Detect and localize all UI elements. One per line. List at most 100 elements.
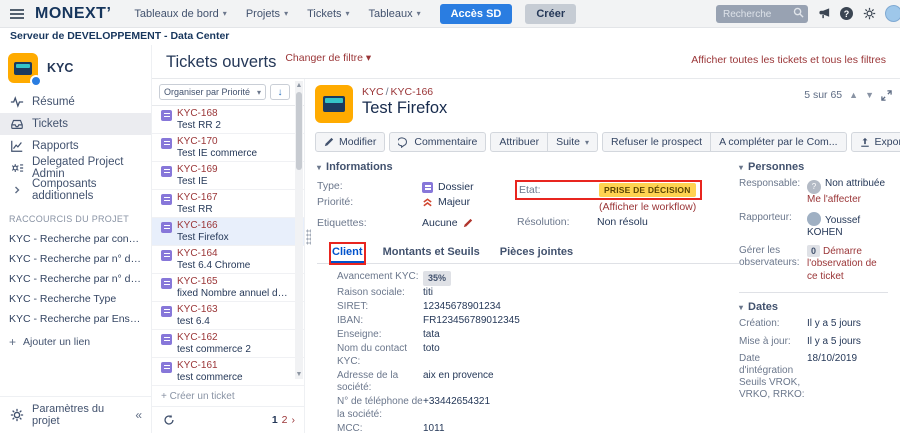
panel-resize-handle[interactable]: [306, 229, 311, 245]
menu-tickets[interactable]: Tickets▾: [301, 8, 355, 20]
field-row: IBAN: FR123456789012345: [337, 315, 739, 328]
shortcut-recherche-par-siret[interactable]: KYC - Recherche par n° de SIRET: [0, 269, 151, 289]
created-label: Création:: [739, 318, 807, 330]
scroll-down-icon[interactable]: ▼: [296, 370, 303, 379]
updated-value: Il y a 5 jours: [807, 336, 888, 349]
project-type-badge-icon: [30, 75, 42, 87]
next-ticket-icon[interactable]: ▼: [865, 90, 874, 100]
create-button[interactable]: Créer: [525, 4, 576, 24]
field-row: Nom du contact KYC: toto: [337, 343, 739, 368]
show-workflow-link[interactable]: (Afficher le workflow): [599, 201, 739, 213]
shortcut-recherche-par-enseigne[interactable]: KYC - Recherche par Enseigne: [0, 309, 151, 329]
megaphone-icon[interactable]: [817, 7, 831, 21]
ticket-row-selected[interactable]: KYC-166Test Firefox: [152, 218, 304, 246]
help-icon[interactable]: ?: [840, 7, 853, 20]
sort-controls: Organiser par Priorité ▾ ↓: [152, 79, 304, 106]
watchers-count-badge: 0: [807, 245, 820, 258]
announcement-banner: Serveur de DEVELOPPEMENT - Data Center: [0, 28, 900, 45]
complete-by-com-button[interactable]: A compléter par le Com...: [711, 132, 846, 152]
change-filter-link[interactable]: Changer de filtre ▾: [285, 52, 371, 64]
plus-icon: +: [9, 337, 16, 347]
acces-sd-button[interactable]: Accès SD: [440, 4, 513, 24]
collapse-sidebar-icon[interactable]: «: [135, 408, 142, 422]
pagination-page-1[interactable]: 1: [272, 414, 278, 426]
priority-value: Majeur: [422, 196, 470, 208]
refresh-icon[interactable]: [161, 412, 176, 427]
pencil-icon: [324, 137, 334, 147]
add-link-button[interactable]: + Ajouter un lien: [0, 329, 151, 355]
page-title: Tickets ouverts: [166, 52, 276, 72]
field-row: N° de téléphone de la société: +33442654…: [337, 396, 739, 421]
reporter-label: Rapporteur:: [739, 212, 807, 224]
export-button[interactable]: Exporter▾: [851, 132, 900, 152]
previous-ticket-icon[interactable]: ▲: [849, 90, 858, 100]
sort-direction-button[interactable]: ↓: [270, 84, 290, 100]
priority-major-icon: [422, 197, 433, 208]
reporter-value: Youssef KOHEN: [807, 212, 888, 240]
pagination-next-icon[interactable]: ›: [292, 414, 296, 426]
shortcut-recherche-type[interactable]: KYC - Recherche Type: [0, 289, 151, 309]
tab-pieces-jointes[interactable]: Pièces jointes: [499, 244, 574, 263]
reporter-avatar: [807, 212, 821, 226]
activity-icon: [9, 95, 24, 110]
more-actions-button[interactable]: Suite▾: [548, 132, 598, 152]
ticket-row[interactable]: KYC-168Test RR 2: [152, 106, 304, 134]
resolution-label: Résolution:: [517, 216, 597, 228]
assign-button[interactable]: Attribuer: [490, 132, 548, 152]
sidebar-item-tickets[interactable]: Tickets: [0, 113, 151, 135]
edit-button[interactable]: Modifier: [315, 132, 385, 152]
expand-icon[interactable]: [881, 90, 892, 101]
sidebar-item-delegated-project-admin[interactable]: Delegated Project Admin: [0, 157, 151, 179]
list-scrollbar[interactable]: ▲ ▼: [295, 81, 303, 379]
breadcrumb-ticket-link[interactable]: KYC-166: [391, 86, 434, 98]
gear-icon[interactable]: [862, 7, 876, 21]
state-badge: PRISE DE DÉCISION: [599, 183, 696, 197]
create-ticket-link[interactable]: + Créer un ticket: [152, 387, 304, 406]
ticket-row[interactable]: KYC-161test commerce: [152, 358, 304, 386]
sort-by-dropdown[interactable]: Organiser par Priorité ▾: [159, 84, 266, 100]
settings-gear-icon[interactable]: [9, 408, 24, 423]
scrollbar-thumb[interactable]: [296, 92, 302, 170]
shortcut-recherche-par-contact[interactable]: KYC - Recherche par contact: [0, 229, 151, 249]
tab-client[interactable]: Client: [331, 244, 364, 263]
ticket-row[interactable]: KYC-167Test RR: [152, 190, 304, 218]
project-header[interactable]: KYC: [0, 45, 151, 91]
informations-section-header[interactable]: ▾ Informations: [317, 161, 739, 173]
edit-labels-pencil-icon[interactable]: [463, 218, 473, 228]
refuse-prospect-button[interactable]: Refuser le prospect: [602, 132, 711, 152]
assign-to-me-link[interactable]: Me l'affecter: [807, 194, 888, 207]
ticket-row[interactable]: KYC-162test commerce 2: [152, 330, 304, 358]
ticket-row[interactable]: KYC-170Test IE commerce: [152, 134, 304, 162]
pagination-page-2[interactable]: 2: [282, 414, 288, 426]
hamburger-menu-icon[interactable]: [10, 9, 24, 19]
tab-montants-et-seuils[interactable]: Montants et Seuils: [382, 244, 481, 263]
comment-button[interactable]: Commentaire: [389, 132, 486, 152]
show-all-tickets-link[interactable]: Afficher toutes les tickets et tous les …: [691, 52, 886, 66]
ticket-row[interactable]: KYC-169Test IE: [152, 162, 304, 190]
project-settings-label[interactable]: Paramètres du projet: [32, 403, 127, 427]
dates-section-header[interactable]: ▾ Dates: [739, 301, 888, 313]
dossier-type-icon: [161, 194, 172, 205]
menu-tableaux-de-bord[interactable]: Tableaux de bord▾: [128, 8, 232, 20]
dossier-type-icon: [161, 278, 172, 289]
type-value: Dossier: [422, 180, 474, 193]
menu-tableaux[interactable]: Tableaux▾: [363, 8, 427, 20]
ticket-list-panel: Organiser par Priorité ▾ ↓ KYC-168Test R…: [152, 79, 305, 433]
menu-projets[interactable]: Projets▾: [240, 8, 294, 20]
people-section-header[interactable]: ▾ Personnes: [739, 161, 888, 173]
ticket-row[interactable]: KYC-164Test 6.4 Chrome: [152, 246, 304, 274]
sidebar-item-composants-additionnels[interactable]: Composants additionnels: [0, 179, 151, 201]
topnav-right-cluster: ?: [716, 4, 892, 24]
ticket-row[interactable]: KYC-165fixed Nombre annuel de transac...: [152, 274, 304, 302]
ticket-row[interactable]: KYC-163test 6.4: [152, 302, 304, 330]
scroll-up-icon[interactable]: ▲: [296, 81, 303, 90]
resolution-value: Non résolu: [597, 216, 648, 228]
search-icon[interactable]: [793, 7, 804, 18]
shortcut-recherche-par-numero-ticket[interactable]: KYC - Recherche par n° de ticket: [0, 249, 151, 269]
breadcrumb-project-link[interactable]: KYC: [362, 86, 384, 98]
sidebar-item-resume[interactable]: Résumé: [0, 91, 151, 113]
top-navigation-bar: MONEXT’ Tableaux de bord▾ Projets▾ Ticke…: [0, 0, 900, 28]
chevron-down-icon: ▾: [223, 9, 227, 18]
sidebar-item-rapports[interactable]: Rapports: [0, 135, 151, 157]
user-avatar[interactable]: [885, 5, 900, 22]
